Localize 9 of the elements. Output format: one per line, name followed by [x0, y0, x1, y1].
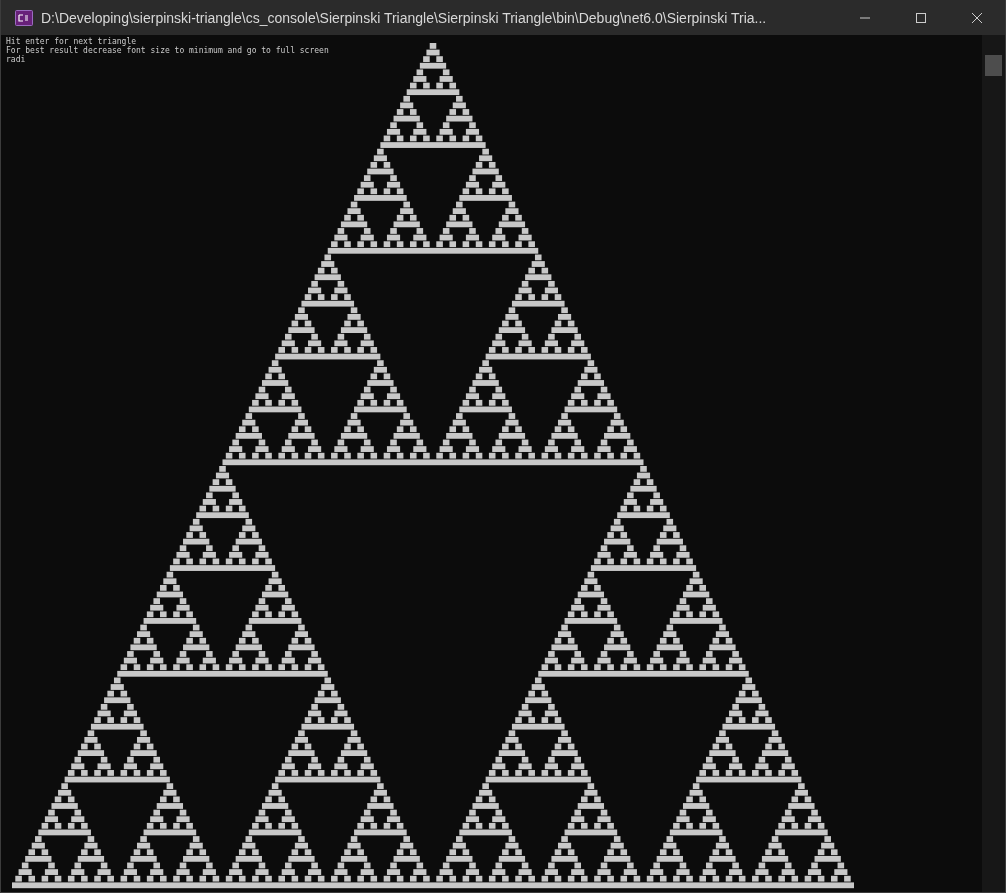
maximize-icon — [915, 11, 927, 24]
console-text-line: For best result decrease font size to minimum and go to full screen — [6, 46, 329, 55]
console-text-line: radi — [6, 55, 26, 64]
scrollbar-thumb[interactable] — [985, 55, 1002, 76]
window-title: D:\Developing\sierpinski-triangle\cs_console\Sierpinski Triangle\Sierpinski Triangle\bin\Debug\net6.0\Sierpinski Tria... — [41, 9, 768, 26]
scrollbar[interactable] — [982, 35, 1005, 892]
close-icon — [971, 11, 983, 24]
console-text-line: Hit enter for next triangle — [6, 37, 137, 46]
console-app-icon — [15, 9, 33, 26]
